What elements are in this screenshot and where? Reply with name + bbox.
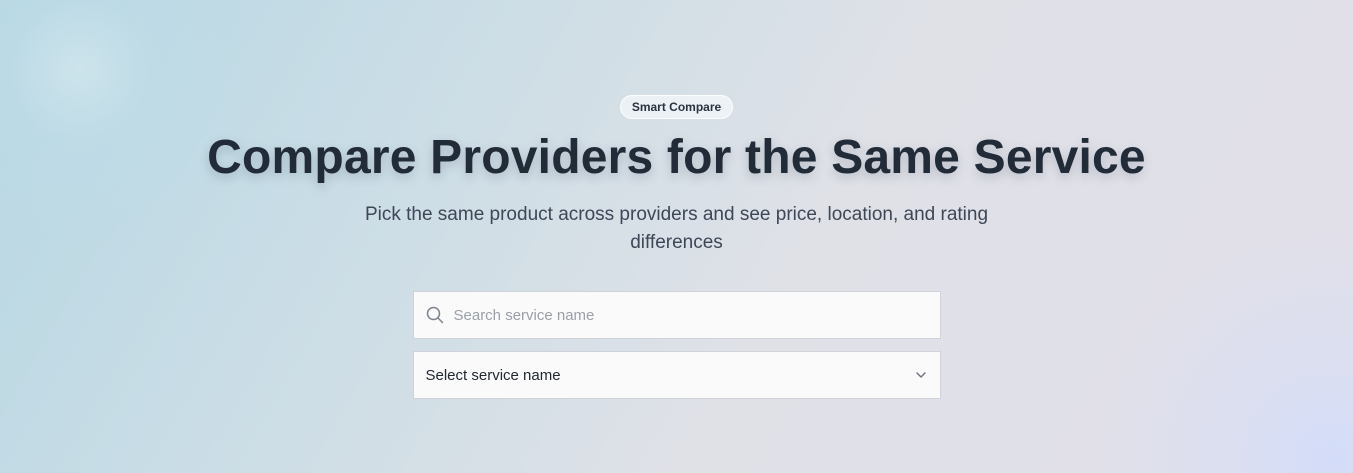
search-box[interactable] [412,291,941,339]
service-select-value: Select service name [425,366,561,384]
page-title: Compare Providers for the Same Service [207,131,1146,184]
chevron-down-icon [914,368,928,382]
hero-section: Smart Compare Compare Providers for the … [0,0,1353,473]
page-subtitle: Pick the same product across providers a… [364,204,989,253]
service-select[interactable]: Select service name [412,351,941,399]
smart-compare-badge: Smart Compare [619,95,734,119]
search-icon [426,306,444,324]
search-input[interactable] [453,292,928,338]
